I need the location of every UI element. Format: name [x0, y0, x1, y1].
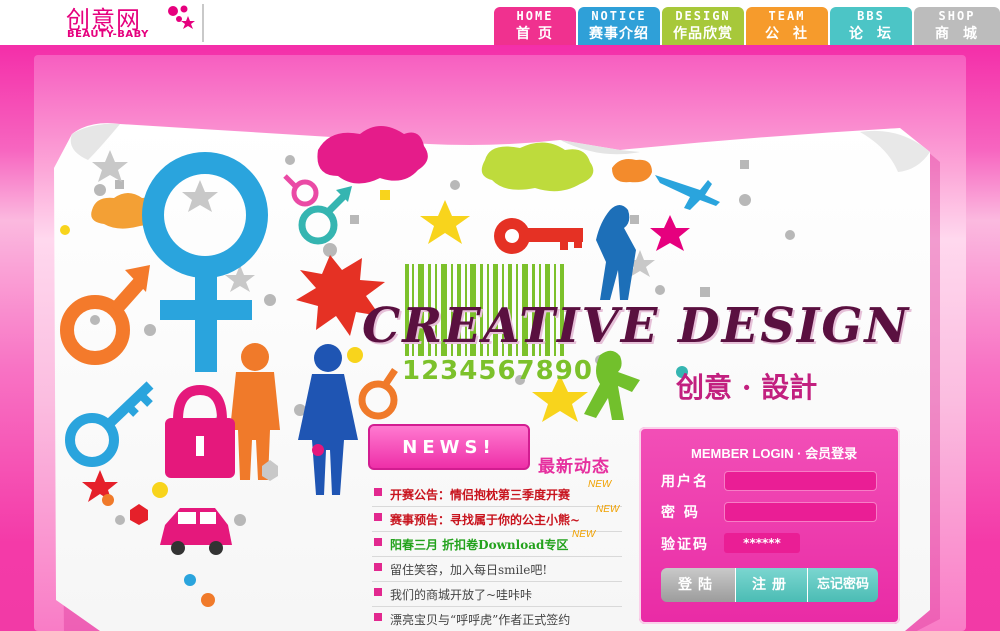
- news-title[interactable]: 开赛公告：情侣抱枕第三季度开赛: [390, 486, 570, 503]
- password-field[interactable]: [724, 502, 877, 522]
- captcha-field[interactable]: ******: [724, 533, 800, 553]
- barcode-number: 1234567890: [402, 356, 593, 386]
- news-title[interactable]: 我们的商城开放了~哇咔咔: [390, 586, 532, 603]
- username-field[interactable]: [724, 471, 877, 491]
- login-button[interactable]: 登陆: [661, 568, 735, 602]
- register-button[interactable]: 注册: [735, 568, 808, 602]
- forgot-password-button[interactable]: 忘记密码: [807, 568, 878, 602]
- banner-title: CREATIVE DESIGN: [362, 298, 911, 354]
- news-title[interactable]: 阳春三月 折扣卷Download专区: [390, 536, 568, 553]
- news-button[interactable]: NEWS!: [368, 424, 530, 470]
- login-button-group: 登陆 注册 忘记密码: [661, 568, 878, 602]
- new-badge: NEW: [588, 479, 612, 490]
- username-label: 用户名: [661, 474, 709, 490]
- bullet-icon: [374, 488, 382, 496]
- news-heading: 最新动态: [538, 457, 610, 477]
- news-item[interactable]: 漂亮宝贝与“呼呼虎”作者正式签约: [372, 607, 622, 631]
- bullet-icon: [374, 613, 382, 621]
- member-login-panel: MEMBER LOGIN · 会员登录 用户名 密 码 验证码 ****** 登…: [639, 427, 900, 624]
- bullet-icon: [374, 538, 382, 546]
- bullet-icon: [374, 513, 382, 521]
- news-item[interactable]: 阳春三月 折扣卷Download专区 NEW: [372, 529, 622, 557]
- new-badge: NEW: [596, 504, 620, 515]
- login-title: MEMBER LOGIN · 会员登录: [691, 446, 858, 461]
- news-item[interactable]: 开赛公告：情侣抱枕第三季度开赛 NEW: [372, 479, 622, 507]
- password-label: 密 码: [661, 505, 700, 521]
- bullet-icon: [374, 588, 382, 596]
- news-item[interactable]: 留住笑容，加入每日smile吧!: [372, 557, 622, 582]
- news-list: 开赛公告：情侣抱枕第三季度开赛 NEW 赛事预告：寻找属于你的公主小熊~ NEW…: [372, 479, 622, 631]
- news-item[interactable]: 我们的商城开放了~哇咔咔: [372, 582, 622, 607]
- new-badge: NEW: [572, 529, 596, 540]
- banner-subtitle: 创意 · 設計: [676, 371, 818, 404]
- news-title[interactable]: 赛事预告：寻找属于你的公主小熊~: [390, 511, 580, 528]
- news-title[interactable]: 留住笑容，加入每日smile吧!: [390, 561, 547, 578]
- bullet-icon: [374, 563, 382, 571]
- news-title[interactable]: 漂亮宝贝与“呼呼虎”作者正式签约: [390, 611, 570, 628]
- captcha-label: 验证码: [661, 537, 709, 553]
